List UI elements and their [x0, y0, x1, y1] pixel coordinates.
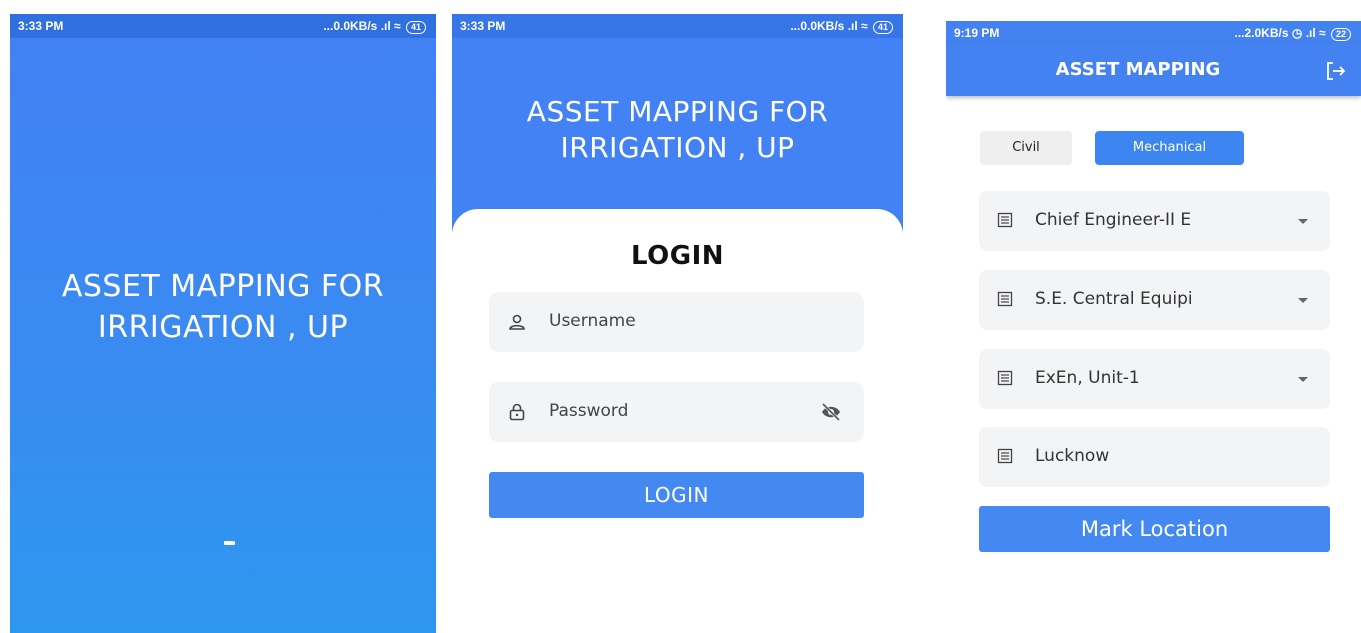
status-indicators: ...0.0KB/s .ıl ≈ 41 [323, 19, 426, 34]
splash-title-text: ASSET MAPPING FOR IRRIGATION , UP [61, 269, 385, 345]
appbar-title: ASSET MAPPING [1055, 59, 1221, 80]
login-screen: 3:33 PM ...0.0KB/s .ıl ≈ 41 ASSET MAPPIN… [452, 14, 903, 633]
lock-icon [509, 403, 525, 421]
status-indicators: ...0.0KB/s .ıl ≈ 41 [790, 19, 893, 34]
eye-off-icon[interactable] [820, 402, 842, 422]
signal-icon: .ıl [1305, 26, 1316, 40]
location-field[interactable]: Lucknow [979, 427, 1330, 487]
asset-mapping-screen: 9:19 PM ...2.0KB/s ◷ .ıl ≈ 22 ASSET MAPP… [946, 21, 1361, 633]
battery-icon: 22 [1330, 28, 1351, 41]
header-title-text: ASSET MAPPING FOR IRRIGATION , UP [526, 95, 829, 164]
battery-icon: 41 [872, 21, 893, 34]
app-bar: ASSET MAPPING [946, 43, 1361, 96]
status-time: 3:33 PM [18, 19, 64, 33]
password-placeholder: Password [549, 401, 629, 421]
status-time: 9:19 PM [954, 26, 1000, 40]
status-bar: 3:33 PM ...0.0KB/s .ıl ≈ 41 [452, 14, 903, 38]
dropdown-value: ExEn, Unit-1 [1035, 368, 1140, 388]
dropdown-value: Chief Engineer-II E [1035, 210, 1192, 230]
list-icon [997, 370, 1013, 386]
status-indicators: ...2.0KB/s ◷ .ıl ≈ 22 [1234, 26, 1351, 41]
login-heading: LOGIN [630, 241, 725, 271]
location-value: Lucknow [1035, 446, 1110, 466]
chevron-down-icon [1298, 298, 1308, 303]
chief-engineer-dropdown[interactable]: Chief Engineer-II E [979, 191, 1330, 251]
network-speed: ...0.0KB/s [790, 19, 845, 33]
signal-icon: .ıl [847, 19, 858, 33]
network-speed: ...0.0KB/s [323, 19, 378, 33]
wifi-icon: ≈ [1319, 26, 1326, 40]
header-title: ASSET MAPPING FOR IRRIGATION , UP [452, 94, 903, 166]
username-placeholder: Username [549, 311, 636, 331]
username-input[interactable]: Username [489, 292, 864, 352]
signal-icon: .ıl [380, 19, 391, 33]
list-icon [997, 291, 1013, 307]
battery-icon: 41 [405, 21, 426, 34]
chevron-down-icon [1298, 377, 1308, 382]
wifi-icon: ≈ [394, 19, 401, 33]
login-button[interactable]: LOGIN [489, 472, 864, 518]
dropdown-value: S.E. Central Equipi [1035, 289, 1193, 309]
mark-location-button[interactable]: Mark Location [979, 506, 1330, 552]
wifi-icon: ≈ [861, 19, 868, 33]
user-icon [509, 314, 525, 330]
chevron-down-icon [1298, 219, 1308, 224]
status-bar: 9:19 PM ...2.0KB/s ◷ .ıl ≈ 22 [946, 21, 1361, 43]
superintending-engineer-dropdown[interactable]: S.E. Central Equipi [979, 270, 1330, 330]
list-icon [997, 448, 1013, 464]
list-icon [997, 212, 1013, 228]
alarm-icon: ◷ [1291, 26, 1303, 40]
tab-civil[interactable]: Civil [980, 131, 1072, 165]
tab-mechanical[interactable]: Mechanical [1095, 131, 1244, 165]
loading-indicator [224, 541, 235, 545]
password-input[interactable]: Password [489, 382, 864, 442]
executive-engineer-dropdown[interactable]: ExEn, Unit-1 [979, 349, 1330, 409]
splash-title: ASSET MAPPING FOR IRRIGATION , UP [10, 266, 436, 348]
status-time: 3:33 PM [460, 19, 506, 33]
status-bar: 3:33 PM ...0.0KB/s .ıl ≈ 41 [10, 14, 436, 38]
logout-icon[interactable] [1324, 60, 1348, 82]
network-speed: ...2.0KB/s [1234, 26, 1289, 40]
splash-screen: 3:33 PM ...0.0KB/s .ıl ≈ 41 ASSET MAPPIN… [10, 14, 436, 633]
